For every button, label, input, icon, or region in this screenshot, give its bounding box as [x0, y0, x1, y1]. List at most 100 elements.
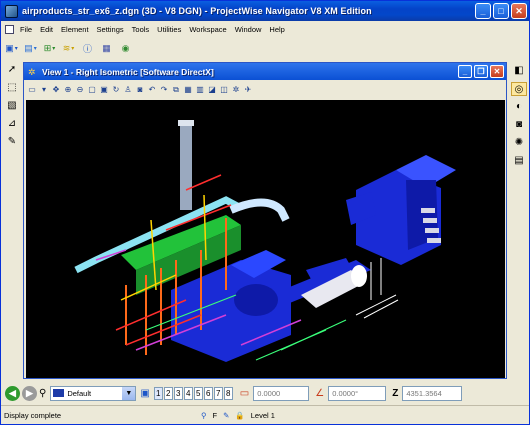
forward-icon[interactable]: ▶ [22, 385, 37, 401]
view-number-buttons: 1 2 3 4 5 6 7 8 [153, 386, 234, 400]
status-indicators: ⚲ F ✎ 🔒 Level 1 [201, 411, 275, 420]
clip-volume-icon[interactable]: ▦ [183, 84, 193, 95]
sheet-tool-icon[interactable]: ▤ [511, 154, 527, 168]
file-icon[interactable]: ▤ [23, 41, 38, 56]
navigate-icon[interactable]: ✈ [243, 84, 253, 95]
menu-element[interactable]: Element [57, 25, 93, 34]
distance-icon: ▭ [239, 387, 250, 399]
fence-icon[interactable]: ⬚ [4, 81, 20, 95]
zoom-out-icon[interactable]: ⊖ [75, 84, 85, 95]
render-icon[interactable]: ✲ [231, 84, 241, 95]
measure-icon[interactable]: ⊿ [4, 117, 20, 131]
open-icon[interactable]: ▣ [4, 41, 19, 56]
image-icon[interactable]: ▧ [4, 99, 20, 113]
status-message: Display complete [4, 410, 62, 420]
view-button-1[interactable]: 1 [153, 386, 163, 400]
dropdown-arrow-icon[interactable]: ▼ [122, 386, 136, 400]
toggle-icon[interactable]: ◫ [219, 84, 229, 95]
menu-edit[interactable]: Edit [36, 25, 57, 34]
angle-field[interactable]: 0.0000° [328, 385, 387, 401]
snap-label: F [212, 410, 218, 420]
minimize-button[interactable]: _ [475, 3, 491, 19]
stack-tower [180, 125, 192, 210]
rotate-icon[interactable]: ↻ [111, 84, 121, 95]
z-label: Z [392, 387, 399, 399]
zoom-in-icon[interactable]: ⊕ [63, 84, 73, 95]
view-button-8[interactable]: 8 [223, 386, 233, 400]
view-minimize-button[interactable]: _ [458, 65, 472, 78]
plant-model [74, 120, 456, 362]
level-color-swatch [53, 389, 65, 397]
view-close-button[interactable]: ✕ [490, 65, 504, 78]
level-select-value: Default [67, 388, 92, 398]
active-level: Level 1 [250, 410, 275, 420]
menu-help[interactable]: Help [265, 25, 288, 34]
render-tool-icon[interactable]: ◎ [511, 82, 527, 96]
view-button-2[interactable]: 2 [163, 386, 173, 400]
3d-viewport[interactable] [26, 100, 505, 378]
view-button-5[interactable]: 5 [193, 386, 203, 400]
view-attributes-icon[interactable]: ▭ [27, 84, 37, 95]
bottom-toolbar: ◀ ▶ ⚲ Default ▼ ▣ 1 2 3 4 5 6 7 8 ▭ 0.00… [1, 382, 529, 404]
view-button-4[interactable]: 4 [183, 386, 193, 400]
clip-mask-icon[interactable]: ▥ [195, 84, 205, 95]
level-select[interactable]: Default ▼ [50, 385, 137, 401]
next-view-icon[interactable]: ↷ [159, 84, 169, 95]
app-window: airproducts_str_ex6_z.dgn (3D - V8 DGN) … [0, 0, 530, 425]
info-icon[interactable]: ⓘ [80, 41, 95, 56]
view-button-6[interactable]: 6 [203, 386, 213, 400]
menu-workspace[interactable]: Workspace [185, 25, 230, 34]
update-icon[interactable]: ▾ [39, 84, 49, 95]
walk-icon[interactable]: ♙ [123, 84, 133, 95]
close-button[interactable]: ✕ [511, 3, 527, 19]
menu-file[interactable]: File [16, 25, 36, 34]
status-bar: Display complete ⚲ F ✎ 🔒 Level 1 [1, 405, 529, 424]
lock-icon[interactable]: 🔒 [235, 411, 244, 420]
camera-tool-icon[interactable]: ◙ [511, 118, 527, 132]
view-restore-button[interactable]: ❐ [474, 65, 488, 78]
title-bar: airproducts_str_ex6_z.dgn (3D - V8 DGN) … [1, 1, 529, 21]
view-title-bar: ✲ View 1 - Right Isometric [Software Dir… [24, 63, 506, 80]
pen-icon[interactable]: ✎ [223, 411, 229, 420]
exhaust-end [351, 265, 367, 287]
view-icon: ✲ [28, 66, 36, 77]
select-arrow-icon[interactable]: ➚ [4, 63, 20, 77]
stack-top [178, 120, 194, 126]
display-style-icon[interactable]: ◪ [207, 84, 217, 95]
copy-view-icon[interactable]: ⧉ [171, 84, 181, 95]
level-manager-icon[interactable]: ▣ [140, 388, 149, 399]
left-toolbox: ➚ ⬚ ▧ ⊿ ✎ [1, 61, 23, 401]
menu-settings[interactable]: Settings [93, 25, 128, 34]
snap-mode-icon[interactable]: ⚲ [39, 388, 46, 399]
view-button-3[interactable]: 3 [173, 386, 183, 400]
compressor-casing [234, 284, 278, 316]
light-tool-icon[interactable]: ✺ [511, 136, 527, 150]
markup-icon[interactable]: ✎ [4, 135, 20, 149]
window-area-icon[interactable]: ▢ [87, 84, 97, 95]
window-title: airproducts_str_ex6_z.dgn (3D - V8 DGN) … [22, 6, 372, 16]
globe-icon[interactable]: ◉ [118, 41, 133, 56]
tree-icon[interactable]: ⊞ [42, 41, 57, 56]
grid-icon[interactable]: ▦ [99, 41, 114, 56]
view-title: View 1 - Right Isometric [Software Direc… [42, 66, 214, 77]
snap-icon[interactable]: ⚲ [201, 411, 207, 420]
document-icon[interactable] [5, 24, 14, 34]
angle-icon: ∠ [315, 387, 325, 399]
layers-icon[interactable]: ≋ [61, 41, 76, 56]
view-button-7[interactable]: 7 [213, 386, 223, 400]
back-icon[interactable]: ◀ [5, 385, 20, 401]
camera-icon[interactable]: ◙ [135, 84, 145, 95]
menu-utilities[interactable]: Utilities [153, 25, 185, 34]
menu-window[interactable]: Window [231, 25, 266, 34]
fit-view-icon[interactable]: ▣ [99, 84, 109, 95]
view-tool-icon[interactable]: ◧ [511, 64, 527, 78]
main-toolbar: ▣ ▤ ⊞ ≋ ⓘ ▦ ◉ [1, 38, 529, 58]
shade-tool-icon[interactable]: ◐ [511, 100, 527, 114]
maximize-button[interactable]: □ [493, 3, 509, 19]
pan-icon[interactable]: ✥ [51, 84, 61, 95]
menu-tools[interactable]: Tools [128, 25, 154, 34]
z-coordinate-field[interactable]: 4351.3564 [402, 385, 463, 401]
previous-view-icon[interactable]: ↶ [147, 84, 157, 95]
menu-bar: File Edit Element Settings Tools Utiliti… [1, 21, 529, 37]
x-coordinate-field[interactable]: 0.0000 [253, 385, 310, 401]
